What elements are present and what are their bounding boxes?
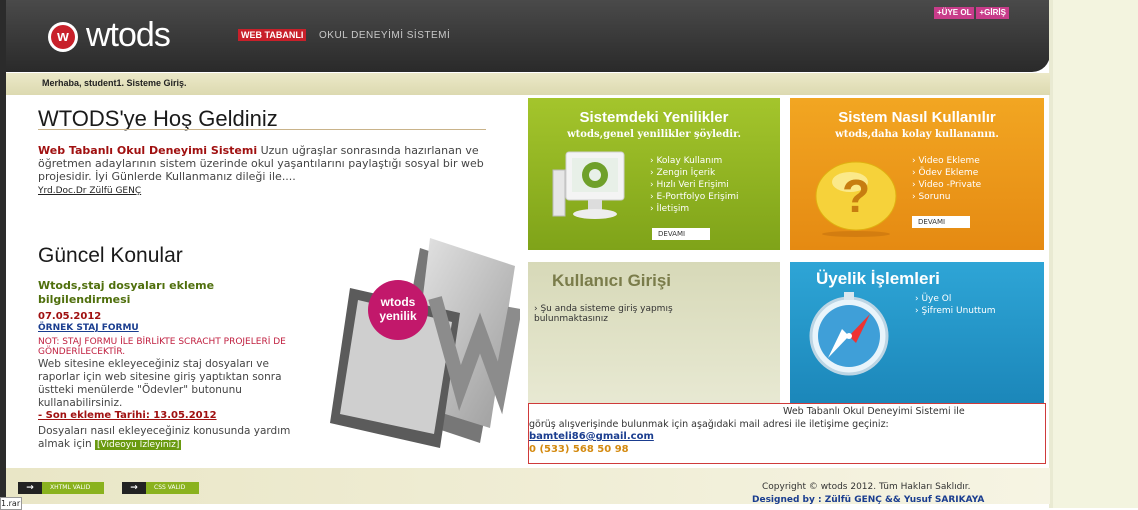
- welcome-bar: Merhaba, student1. Sisteme Giriş.: [6, 73, 1050, 95]
- feature-item[interactable]: Zengin İçerik: [650, 167, 738, 179]
- author-link[interactable]: Yrd.Doc.Dr Zülfü GENÇ: [38, 186, 141, 196]
- svg-text:?: ?: [842, 170, 870, 222]
- badge-text-1: wtods: [380, 295, 416, 309]
- news-deadline: - Son ekleme Tarihi: 13.05.2012: [38, 410, 217, 421]
- css-valid-badge[interactable]: → CSS VALID: [122, 482, 200, 494]
- xhtml-valid-label: XHTML VALID: [42, 482, 105, 494]
- news-note: NOT: STAJ FORMU İLE BİRLİKTE SCRACHT PRO…: [38, 337, 286, 357]
- feature-item[interactable]: İletişim: [650, 203, 738, 215]
- news-heading: Güncel Konular: [38, 244, 183, 267]
- news-help: Dosyaları nasıl ekleyeceğiniz konusunda …: [38, 425, 313, 452]
- new-features-subtitle: wtods,genel yenilikler şöyledir.: [567, 129, 741, 140]
- compass-icon: [809, 292, 889, 376]
- membership-title: Üyelik İşlemleri: [816, 269, 940, 288]
- news-item-title: Wtods,staj dosyaları ekleme bilgilendirm…: [38, 279, 215, 306]
- sample-form-link[interactable]: ÖRNEK STAJ FORMU: [38, 323, 139, 333]
- membership-box: Üyelik İşlemleri Üye Ol Şifremi Unuttum: [790, 262, 1044, 406]
- how-to-title: Sistem Nasıl Kullanılır: [838, 109, 996, 126]
- title-divider: [38, 129, 486, 130]
- signup-link[interactable]: Üye Ol: [915, 293, 996, 305]
- intro-paragraph: Web Tabanlı Okul Deneyimi Sistemi Uzun u…: [38, 144, 493, 198]
- news-body: Web sitesine ekleyeceğiniz staj dosyalar…: [38, 358, 282, 409]
- logo-icon[interactable]: w: [48, 22, 78, 52]
- how-to-item[interactable]: Video -Private: [912, 179, 981, 191]
- new-features-box: Sistemdeki Yenilikler wtods,genel yenili…: [528, 98, 780, 250]
- site-header: w wtods WEB TABANLI OKUL DENEYİMİ SİSTEM…: [6, 0, 1050, 72]
- question-icon: ?: [815, 161, 897, 237]
- new-features-title: Sistemdeki Yenilikler: [579, 109, 729, 126]
- intro-bold: Web Tabanlı Okul Deneyimi Sistemi: [38, 144, 258, 157]
- new-features-more-button[interactable]: DEVAMI: [652, 228, 710, 240]
- arrow-right-icon: →: [122, 482, 146, 494]
- contact-box: Web Tabanlı Okul Deneyimi Sistemi ile gö…: [528, 403, 1046, 464]
- how-to-item[interactable]: Sorunu: [912, 191, 981, 203]
- login-link[interactable]: +GİRİŞ: [976, 7, 1009, 19]
- user-login-status: › Şu anda sisteme giriş yapmış bulunmakt…: [534, 304, 673, 324]
- tagline: OKUL DENEYİMİ SİSTEMİ: [319, 30, 451, 41]
- user-login-box: Kullanıcı Girişi › Şu anda sisteme giriş…: [528, 262, 780, 406]
- how-to-box: Sistem Nasıl Kullanılır wtods,daha kolay…: [790, 98, 1044, 250]
- top-links: +ÜYE OL +GİRİŞ: [934, 7, 1009, 19]
- css-valid-label: CSS VALID: [146, 482, 200, 494]
- new-features-list: Kolay Kullanım Zengin İçerik Hızlı Veri …: [650, 155, 738, 215]
- download-tab[interactable]: 1.rar: [0, 497, 22, 510]
- badge-text-2: yenilik: [379, 309, 417, 323]
- how-to-item[interactable]: Video Ekleme: [912, 155, 981, 167]
- contact-line-2: görüş alışverişinde bulunmak için aşağıd…: [529, 419, 889, 430]
- contact-email-link[interactable]: bamteli86@gmail.com: [529, 431, 654, 442]
- forgot-password-link[interactable]: Şifremi Unuttum: [915, 305, 995, 317]
- how-to-item[interactable]: Ödev Ekleme: [912, 167, 981, 179]
- feature-item[interactable]: E-Portfolyo Erişimi: [650, 191, 738, 203]
- copyright-text: Copyright © wtods 2012. Tüm Hakları Sakl…: [762, 482, 971, 492]
- logo-text[interactable]: wtods: [86, 16, 171, 55]
- user-login-title: Kullanıcı Girişi: [552, 271, 672, 290]
- page-background-strip: [1053, 0, 1138, 508]
- welcome-text: Merhaba, student1. Sisteme Giriş.: [42, 78, 187, 88]
- xhtml-valid-badge[interactable]: → XHTML VALID: [18, 482, 105, 494]
- register-link[interactable]: +ÜYE OL: [934, 7, 975, 19]
- news-date: 07.05.2012: [38, 311, 102, 322]
- contact-phone: 0 (533) 568 50 98: [529, 444, 629, 455]
- arrow-right-icon: →: [18, 482, 42, 494]
- video-link[interactable]: [Videoyu İzleyiniz]: [95, 440, 182, 450]
- membership-list: Üye Ol Şifremi Unuttum: [915, 293, 996, 317]
- tagline-highlight: WEB TABANLI: [238, 29, 307, 41]
- monitor-icon: [552, 151, 625, 219]
- feature-item[interactable]: Kolay Kullanım: [650, 155, 738, 167]
- news-illustration: wtods yenilik: [330, 238, 520, 448]
- how-to-more-button[interactable]: DEVAMI: [912, 216, 970, 228]
- feature-item[interactable]: Hızlı Veri Erişimi: [650, 179, 738, 191]
- contact-line-1: Web Tabanlı Okul Deneyimi Sistemi ile: [783, 406, 965, 417]
- designed-by-text: Designed by : Zülfü GENÇ && Yusuf SARIKA…: [752, 495, 985, 505]
- how-to-list: Video Ekleme Ödev Ekleme Video -Private …: [912, 155, 981, 203]
- how-to-subtitle: wtods,daha kolay kullananın.: [835, 129, 999, 140]
